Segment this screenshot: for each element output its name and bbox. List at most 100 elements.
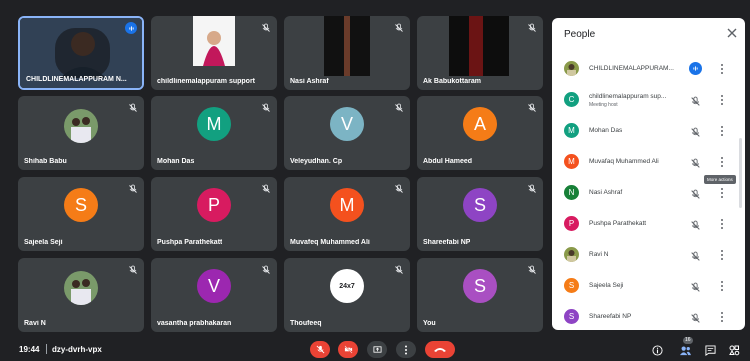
more-actions-icon[interactable]	[720, 186, 724, 200]
mic-off-icon	[316, 345, 324, 354]
mic-off-icon	[128, 262, 138, 274]
participant-name: childlinemalappuram support	[157, 78, 256, 85]
participant-tile[interactable]: S Shareefabi NP	[417, 177, 543, 251]
participant-row[interactable]: M Muvafaq Muhammed Ali	[552, 147, 745, 177]
participant-tile[interactable]: CHILDLINEMALAPPURAM N...	[18, 16, 144, 90]
participant-tile[interactable]: Vvasantha prabhakaran	[151, 258, 277, 332]
avatar: 24x7	[330, 269, 364, 304]
camera-toggle-button[interactable]	[338, 341, 358, 358]
panel-title: People	[564, 29, 596, 40]
avatar	[564, 247, 579, 262]
more-actions-icon[interactable]	[720, 155, 724, 169]
participant-row[interactable]: S Sajeela Seji	[552, 271, 745, 301]
camera-off-icon	[343, 345, 353, 354]
mic-off-icon[interactable]	[690, 187, 701, 199]
more-actions-icon[interactable]	[720, 217, 724, 231]
participant-row[interactable]: CHILDLINEMALAPPURAM...	[552, 54, 745, 84]
present-button[interactable]	[367, 341, 387, 358]
divider	[46, 344, 47, 354]
participant-name: Pushpa Parathekatt	[157, 239, 223, 246]
avatar: V	[330, 107, 364, 142]
participant-role: Meeting host	[589, 102, 618, 108]
close-icon[interactable]	[726, 27, 738, 39]
people-button[interactable]	[678, 343, 692, 357]
participant-name: Muvafeq Muhammed Ali	[290, 239, 370, 246]
mic-toggle-button[interactable]	[310, 341, 330, 358]
participant-name: vasantha prabhakaran	[157, 320, 232, 327]
participant-row[interactable]: M Mohan Das	[552, 116, 745, 146]
participant-tile[interactable]: S You	[417, 258, 543, 332]
avatar: S	[463, 269, 497, 304]
mic-off-icon	[527, 262, 537, 274]
participant-name: Nasi Ashraf	[290, 78, 329, 85]
mic-off-icon	[261, 262, 271, 274]
participant-tile[interactable]: A Abdul Hameed	[417, 96, 543, 170]
panel-scrollbar[interactable]	[739, 138, 742, 208]
participant-tile[interactable]: V Veleyudhan. Cp	[284, 96, 410, 170]
participant-row[interactable]: Ravi N	[552, 240, 745, 270]
avatar: S	[64, 188, 98, 223]
mic-off-icon	[128, 100, 138, 112]
mic-off-icon[interactable]	[690, 156, 701, 168]
participant-name: Veleyudhan. Cp	[290, 158, 343, 165]
participant-row[interactable]: S Shareefabi NP	[552, 302, 745, 330]
mic-off-icon	[394, 181, 404, 193]
bottom-bar: 19:44 dzy-dvrh-vpx 16	[0, 336, 750, 361]
participant-tile[interactable]: M Mohan Das	[151, 96, 277, 170]
participant-name: CHILDLINEMALAPPURAM...	[589, 65, 674, 72]
mic-off-icon[interactable]	[690, 125, 701, 137]
participant-name: Ak Babukottaram	[423, 78, 481, 85]
more-actions-icon[interactable]	[720, 310, 724, 324]
avatar: M	[564, 154, 579, 169]
chat-button[interactable]	[703, 343, 717, 357]
participant-row[interactable]: P Pushpa Parathekatt	[552, 209, 745, 239]
mic-off-icon	[527, 181, 537, 193]
more-actions-icon[interactable]	[720, 279, 724, 293]
participant-tile[interactable]: Nasi Ashraf	[284, 16, 410, 90]
participant-tile[interactable]: Ravi N	[18, 258, 144, 332]
mic-off-icon[interactable]	[690, 94, 701, 106]
more-actions-icon[interactable]	[720, 124, 724, 138]
mic-off-icon[interactable]	[690, 280, 701, 292]
participant-tile[interactable]: Ak Babukottaram	[417, 16, 543, 90]
chat-icon	[704, 344, 716, 356]
mic-off-icon	[261, 100, 271, 112]
info-icon	[651, 344, 663, 356]
more-actions-icon[interactable]	[720, 62, 724, 76]
avatar	[564, 61, 579, 76]
more-actions-icon[interactable]	[720, 93, 724, 107]
mic-off-icon[interactable]	[690, 218, 701, 230]
mic-off-icon	[527, 100, 537, 112]
participant-tile[interactable]: S Sajeela Seji	[18, 177, 144, 251]
mic-off-icon	[394, 20, 404, 32]
participant-name: CHILDLINEMALAPPURAM N...	[26, 76, 127, 83]
participant-tile[interactable]: Shihab Babu	[18, 96, 144, 170]
more-vert-icon	[405, 345, 407, 354]
mic-off-icon	[261, 20, 271, 32]
mic-off-icon	[394, 262, 404, 274]
activities-icon	[729, 345, 740, 356]
participant-name: Thoufeeq	[290, 320, 322, 327]
participant-name: Mohan Das	[157, 158, 195, 165]
present-screen-icon	[372, 346, 382, 353]
mic-off-icon[interactable]	[690, 311, 701, 323]
mic-off-icon	[128, 181, 138, 193]
participant-name: Shareefabi NP	[423, 239, 471, 246]
participant-name: Pushpa Parathekatt	[589, 220, 647, 227]
more-actions-icon[interactable]	[720, 248, 724, 262]
more-options-button[interactable]	[396, 341, 416, 358]
activities-button[interactable]	[727, 343, 741, 357]
mic-off-icon[interactable]	[690, 249, 701, 261]
avatar: P	[197, 188, 231, 223]
participant-row[interactable]: Cchildlinemalappuram sup... Meeting host	[552, 85, 745, 115]
avatar	[64, 108, 98, 143]
participant-tile[interactable]: childlinemalappuram support	[151, 16, 277, 90]
leave-call-button[interactable]	[425, 341, 455, 358]
meeting-code: dzy-dvrh-vpx	[52, 345, 102, 354]
participant-tile[interactable]: M Muvafeq Muhammed Ali	[284, 177, 410, 251]
participant-tile[interactable]: P Pushpa Parathekatt	[151, 177, 277, 251]
participant-tile[interactable]: 24x7 Thoufeeq	[284, 258, 410, 332]
people-panel: People CHILDLINEMALAPPURAM... Cchildlinem…	[552, 18, 745, 330]
meeting-details-button[interactable]	[650, 343, 664, 357]
speaking-indicator-icon	[125, 22, 137, 34]
